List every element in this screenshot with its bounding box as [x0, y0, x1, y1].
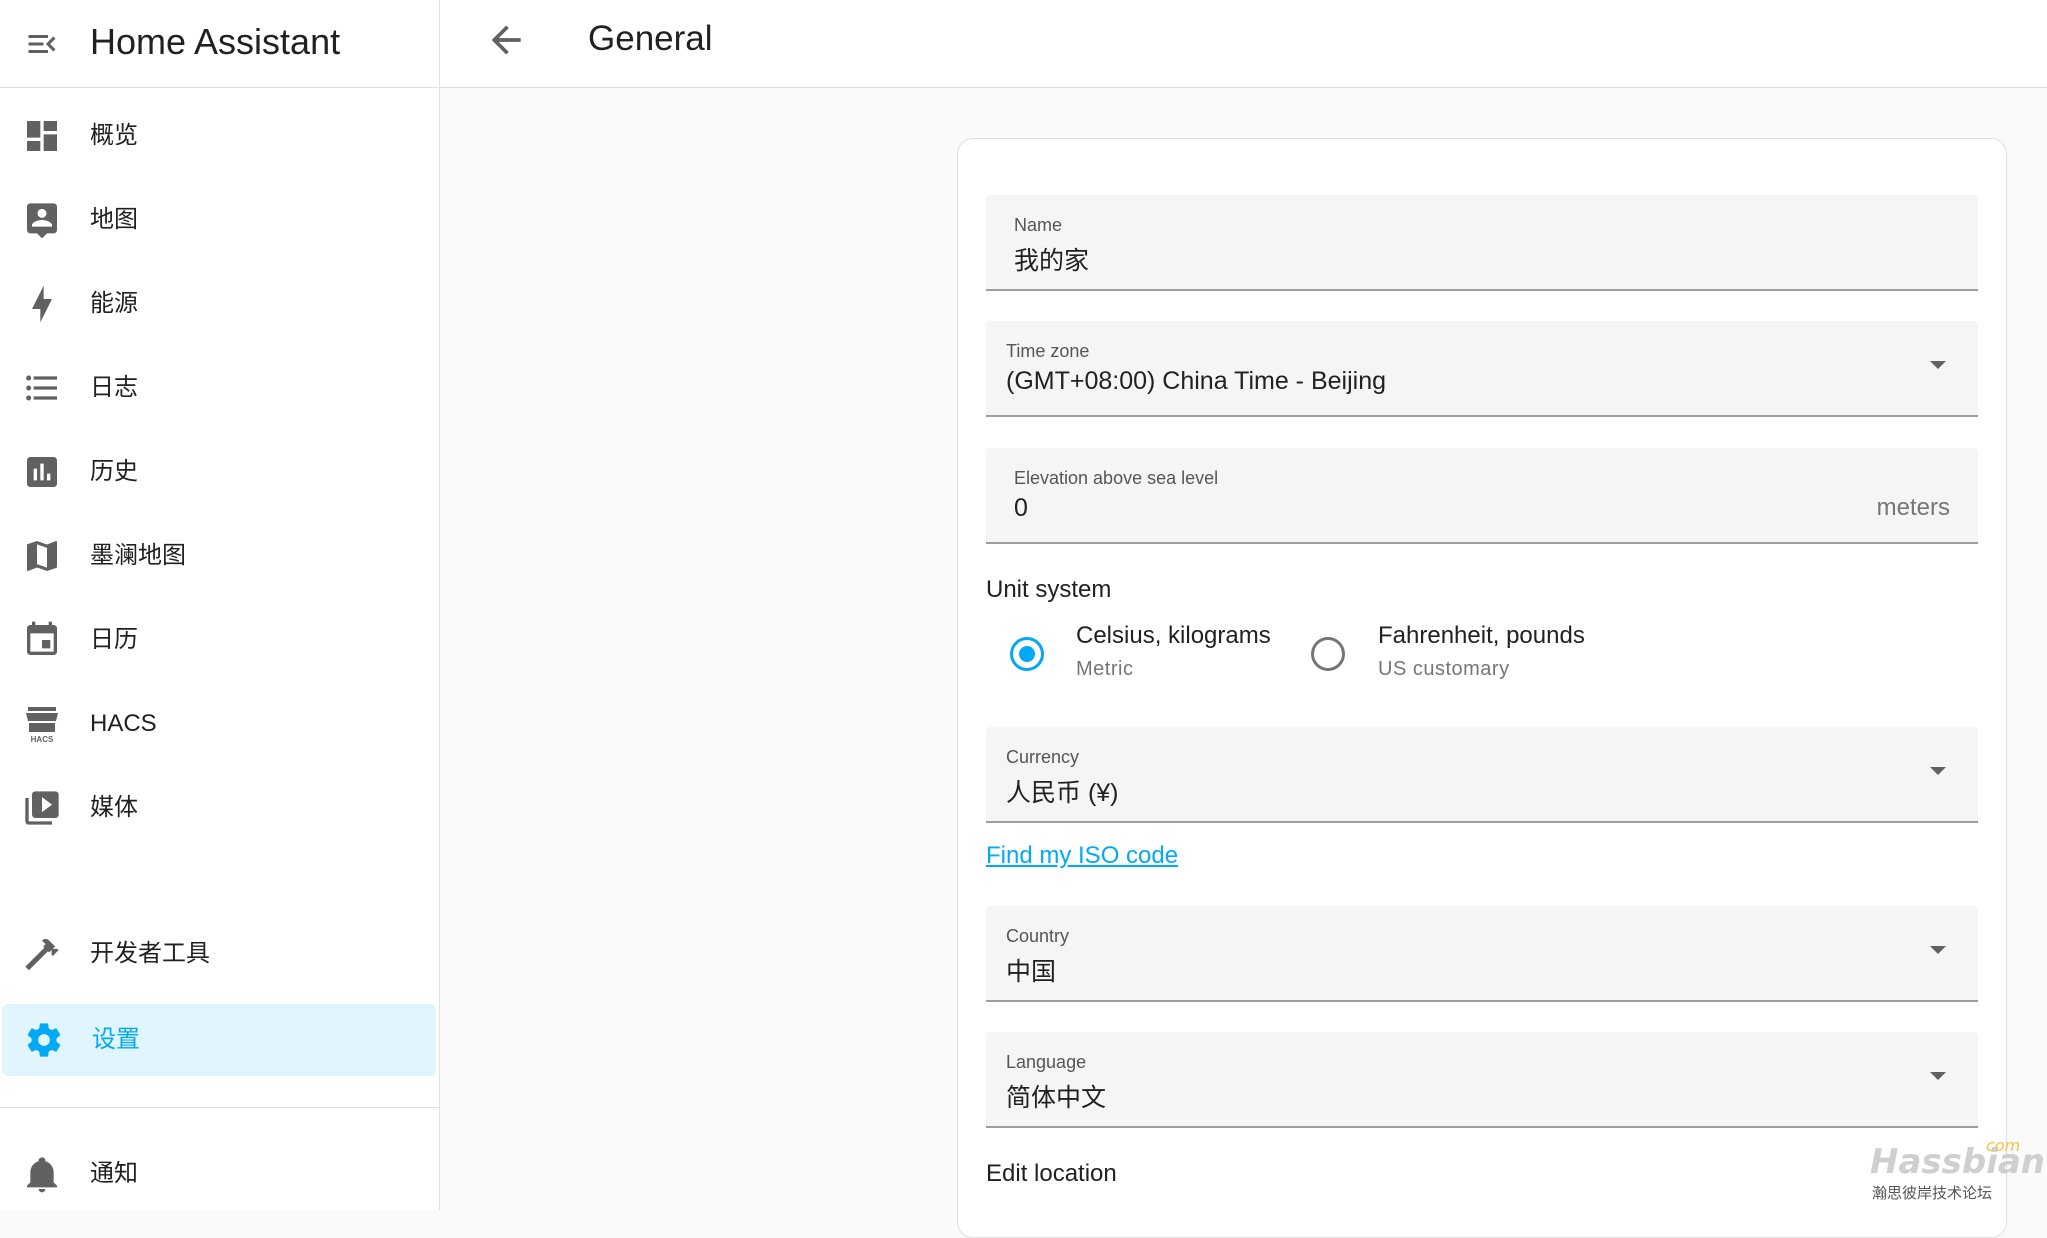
metric-radio-sub: Metric — [1076, 658, 1134, 680]
sidebar-item-label: 历史 — [90, 458, 138, 485]
folded-map-icon — [27, 541, 57, 571]
lightning-icon — [32, 285, 52, 323]
sidebar-item-label: 日历 — [90, 626, 138, 653]
sidebar-item-label: 通知 — [90, 1160, 138, 1187]
sidebar-item-label: 开发者工具 — [90, 940, 210, 967]
sidebar-item-label: 概览 — [90, 122, 138, 149]
menu-open-icon[interactable] — [24, 26, 60, 62]
sidebar-item-label: 墨澜地图 — [90, 542, 186, 569]
elevation-field[interactable]: Elevation above sea level 0 meters — [986, 448, 1978, 544]
sidebar-item-map[interactable]: 地图 — [0, 184, 434, 256]
sidebar-item-media[interactable]: 媒体 — [0, 772, 434, 844]
sidebar-divider — [0, 1107, 440, 1108]
gear-icon — [27, 1023, 61, 1057]
us-customary-radio-sub: US customary — [1378, 658, 1510, 680]
sidebar-header: Home Assistant — [0, 0, 440, 88]
sidebar-item-label: 设置 — [92, 1026, 140, 1053]
country-select[interactable]: Country 中国 — [986, 906, 1978, 1002]
dropdown-arrow-icon — [1930, 1072, 1946, 1080]
page-title: General — [588, 19, 713, 58]
sidebar-item-label: HACS — [90, 710, 157, 737]
sidebar-item-label: 地图 — [90, 206, 138, 233]
elevation-unit: meters — [1876, 494, 1950, 521]
sidebar-item-settings[interactable]: 设置 — [2, 1004, 436, 1076]
country-value: 中国 — [1006, 958, 1057, 986]
name-field-value[interactable]: 我的家 — [1014, 241, 1089, 277]
timezone-label: Time zone — [1006, 341, 1090, 361]
watermark: Hassbian com 瀚思彼岸技术论坛 — [1870, 1136, 2045, 1202]
dropdown-arrow-icon — [1930, 946, 1946, 954]
name-field[interactable]: Name 我的家 — [986, 195, 1978, 291]
timezone-select[interactable]: Time zone (GMT+08:00) China Time - Beiji… — [986, 321, 1978, 417]
chart-box-icon — [27, 457, 57, 487]
sidebar: Home Assistant 概览 地图 能源 日志 历史 墨澜地图 日历 HA… — [0, 0, 440, 1210]
edit-location-heading: Edit location — [986, 1160, 1117, 1187]
dropdown-arrow-icon — [1930, 361, 1946, 369]
sidebar-item-calendar[interactable]: 日历 — [0, 604, 434, 676]
sidebar-item-label: 能源 — [90, 290, 138, 317]
sidebar-item-developer-tools[interactable]: 开发者工具 — [0, 918, 434, 990]
us-customary-radio-label: Fahrenheit, pounds — [1378, 622, 1585, 649]
sidebar-item-logbook[interactable]: 日志 — [0, 352, 434, 424]
sidebar-item-label: 媒体 — [90, 794, 138, 821]
currency-value: 人民币 (¥) — [1006, 779, 1119, 807]
sidebar-item-energy[interactable]: 能源 — [0, 268, 434, 340]
back-arrow-icon[interactable] — [484, 18, 528, 62]
sidebar-item-hacs[interactable]: HACS HACS — [0, 688, 434, 760]
list-icon — [26, 375, 57, 401]
watermark-tagline: 瀚思彼岸技术论坛 — [1872, 1185, 1993, 1202]
sidebar-item-history[interactable]: 历史 — [0, 436, 434, 508]
map-account-icon — [27, 203, 57, 239]
language-value: 简体中文 — [1006, 1084, 1107, 1112]
unit-system-title: Unit system — [986, 576, 1112, 603]
metric-radio[interactable] — [1010, 637, 1044, 671]
sidebar-item-molan-map[interactable]: 墨澜地图 — [0, 520, 434, 592]
country-label: Country — [1006, 926, 1070, 946]
find-iso-code-link[interactable]: Find my ISO code — [986, 842, 1178, 870]
hammer-icon — [25, 938, 59, 971]
hacs-icon-text: HACS — [31, 735, 54, 744]
bell-icon — [27, 1157, 57, 1193]
name-field-label: Name — [1014, 215, 1063, 235]
play-box-icon — [25, 791, 59, 825]
us-customary-radio[interactable] — [1311, 637, 1345, 671]
sidebar-item-notifications[interactable]: 通知 — [0, 1138, 434, 1210]
hacs-icon: HACS — [26, 707, 58, 744]
currency-label: Currency — [1006, 747, 1080, 767]
currency-select[interactable]: Currency 人民币 (¥) — [986, 727, 1978, 823]
calendar-icon — [27, 621, 57, 655]
dashboard-icon — [27, 121, 57, 151]
language-label: Language — [1006, 1052, 1087, 1072]
elevation-label: Elevation above sea level — [1014, 468, 1219, 488]
watermark-tld: com — [1986, 1136, 2021, 1155]
sidebar-item-label: 日志 — [90, 374, 138, 401]
timezone-value: (GMT+08:00) China Time - Beijing — [1006, 367, 1387, 395]
dropdown-arrow-icon — [1930, 767, 1946, 775]
metric-radio-label: Celsius, kilograms — [1076, 622, 1271, 649]
sidebar-item-overview[interactable]: 概览 — [0, 100, 434, 172]
app-title: Home Assistant — [90, 21, 341, 62]
language-select[interactable]: Language 简体中文 — [986, 1032, 1978, 1128]
elevation-value[interactable]: 0 — [1014, 494, 1028, 523]
